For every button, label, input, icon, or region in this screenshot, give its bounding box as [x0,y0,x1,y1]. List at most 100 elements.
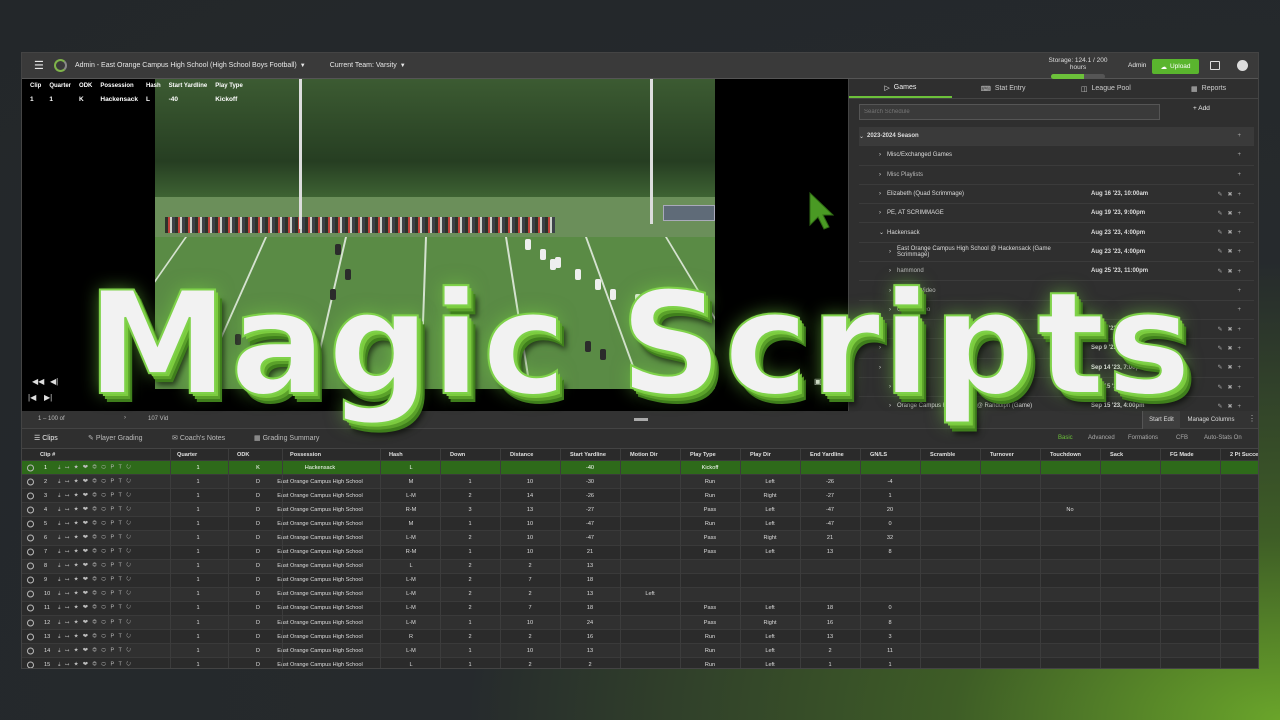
clip-action-icons[interactable]: ⤓ ↦ ★ ❤ ◎ ⬭ P T ↻ [58,619,132,626]
table-row[interactable]: ⤓ ↦ ★ ❤ ◎ ⬭ P T ↻ 14 1 D East Orange Campus … [22,644,1258,659]
schedule-row[interactable]: › Sep 2 '23, 1:00pm ✎✖+ [859,320,1254,340]
column-header[interactable]: 2 Pt Successful [1230,452,1258,458]
table-row[interactable]: ⤓ ↦ ★ ❤ ◎ ⬭ P T ↻ 12 1 D East Orange Campus … [22,616,1258,631]
row-actions-icon[interactable]: ✎✖+ [1217,210,1246,217]
team-selector[interactable]: Current Team: Varsity ▼ [330,62,406,69]
table-row[interactable]: ⤓ ↦ ★ ❤ ◎ ⬭ P T ↻ 15 1 D East Orange Campus … [22,658,1258,668]
step-back-icon[interactable]: ◀| [50,377,58,386]
row-actions-icon[interactable]: ✎✖+ [1217,326,1246,333]
chevron-down-icon[interactable]: ⌄ [879,229,884,236]
row-select-radio[interactable] [27,506,34,514]
row-select-radio[interactable] [27,647,34,655]
column-header[interactable]: Play Type [690,452,716,458]
tab-player-grading[interactable]: ✎ Player Grading [88,434,143,442]
clip-action-icons[interactable]: ⤓ ↦ ★ ❤ ◎ ⬭ P T ↻ [58,520,132,527]
chevron-right-icon[interactable]: › [879,326,881,332]
chevron-right-icon[interactable]: › [889,288,891,294]
tab-games[interactable]: ▷ Games [849,79,952,98]
row-actions-icon[interactable]: + [1237,172,1246,178]
clip-action-icons[interactable]: ⤓ ↦ ★ ❤ ◎ ⬭ P T ↻ [58,563,132,570]
row-actions-icon[interactable]: ✎✖+ [1217,248,1246,255]
table-row[interactable]: ⤓ ↦ ★ ❤ ◎ ⬭ P T ↻ 3 1 D East Orange Campus H… [22,489,1258,504]
schedule-search-input[interactable] [859,104,1160,120]
fullscreen-icon[interactable]: ⛶ [830,377,836,387]
view-advanced[interactable]: Advanced [1088,435,1115,441]
table-row[interactable]: ⤓ ↦ ★ ❤ ◎ ⬭ P T ↻ 8 1 D East Orange Campus H… [22,559,1258,574]
screen-icon[interactable]: ▣ [814,377,822,386]
tab-grading-summary[interactable]: ▦ Grading Summary [254,434,319,442]
chevron-right-icon[interactable]: › [889,403,891,409]
row-select-radio[interactable] [27,590,34,598]
tab-clips[interactable]: ☰ Clips [34,434,58,442]
clip-action-icons[interactable]: ⤓ ↦ ★ ❤ ◎ ⬭ P T ↻ [58,577,132,584]
table-row[interactable]: ⤓ ↦ ★ ❤ ◎ ⬭ P T ↻ 11 1 D East Orange Campus … [22,601,1258,617]
prev-clip-icon[interactable]: |◀ [28,393,36,402]
tab-coaches-notes[interactable]: ✉ Coach's Notes [172,434,225,442]
row-select-radio[interactable] [27,661,34,668]
clip-action-icons[interactable]: ⤓ ↦ ★ ❤ ◎ ⬭ P T ↻ [58,549,132,556]
column-header[interactable]: Touchdown [1050,452,1081,458]
table-row[interactable]: ⤓ ↦ ★ ❤ ◎ ⬭ P T ↻ 4 1 D East Orange Campus H… [22,503,1258,518]
schedule-row[interactable]: ⌄ 2023-2024 Season + [859,127,1254,147]
auto-stats-toggle[interactable]: Auto-Stats On [1204,435,1242,441]
clip-action-icons[interactable]: ⤓ ↦ ★ ❤ ◎ ⬭ P T ↻ [58,492,132,499]
schedule-row[interactable]: › PE, AT SCRIMMAGE Aug 19 '23, 9:00pm ✎✖+ [859,204,1254,224]
resize-handle[interactable] [634,418,648,421]
row-actions-icon[interactable]: + [1237,307,1246,313]
view-formations[interactable]: Formations [1128,435,1158,441]
table-row[interactable]: ⤓ ↦ ★ ❤ ◎ ⬭ P T ↻ 5 1 D East Orange Campus H… [22,517,1258,532]
row-actions-icon[interactable]: + [1237,288,1246,294]
chevron-right-icon[interactable]: › [879,191,881,197]
chevron-right-icon[interactable]: › [879,210,881,216]
column-header[interactable]: Motion Dir [630,452,658,458]
manage-columns-button[interactable]: Manage Columns [1180,411,1242,429]
clip-action-icons[interactable]: ⤓ ↦ ★ ❤ ◎ ⬭ P T ↻ [58,478,132,485]
column-header[interactable]: Sack [1110,452,1123,458]
chevron-right-icon[interactable]: › [124,415,126,421]
row-actions-icon[interactable]: ✎✖+ [1217,403,1246,410]
row-actions-icon[interactable]: ✎✖+ [1217,345,1246,352]
column-header[interactable]: Hash [389,452,403,458]
schedule-row[interactable]: › Sep 9 '23, 1:00pm ✎✖+ [859,339,1254,359]
table-row[interactable]: ⤓ ↦ ★ ❤ ◎ ⬭ P T ↻ 1 1 K Hackensack L -40 Kickof… [22,461,1258,476]
row-select-radio[interactable] [27,633,34,641]
column-header[interactable]: Clip # [40,452,55,458]
row-select-radio[interactable] [27,548,34,556]
column-header[interactable]: Turnover [990,452,1014,458]
clip-action-icons[interactable]: ⤓ ↦ ★ ❤ ◎ ⬭ P T ↻ [58,591,132,598]
start-edit-button[interactable]: Start Edit [1142,411,1180,429]
row-select-radio[interactable] [27,604,34,612]
schedule-row[interactable]: › East Orange Campus High School @ Hacken… [859,243,1254,263]
chevron-right-icon[interactable]: › [889,268,891,274]
table-row[interactable]: ⤓ ↦ ★ ❤ ◎ ⬭ P T ↻ 7 1 D East Orange Campus H… [22,545,1258,560]
chevron-right-icon[interactable]: › [879,172,881,178]
row-select-radio[interactable] [27,478,34,486]
table-row[interactable]: ⤓ ↦ ★ ❤ ◎ ⬭ P T ↻ 10 1 D East Orange Campus … [22,587,1258,602]
clip-action-icons[interactable]: ⤓ ↦ ★ ❤ ◎ ⬭ P T ↻ [58,647,132,654]
row-actions-icon[interactable]: ✎✖+ [1217,384,1246,391]
schedule-row[interactable]: › Practice Video + [859,281,1254,301]
row-actions-icon[interactable]: ✎✖+ [1217,268,1246,275]
row-select-radio[interactable] [27,562,34,570]
tab-reports[interactable]: ▦ Reports [1157,79,1258,98]
column-header[interactable]: Possession [290,452,321,458]
column-header[interactable]: Start Yardline [570,452,606,458]
tab-league-pool[interactable]: ◫ League Pool [1055,79,1158,98]
clip-action-icons[interactable]: ⤓ ↦ ★ ❤ ◎ ⬭ P T ↻ [58,535,132,542]
tab-stat-entry[interactable]: ⌨ Stat Entry [952,79,1055,98]
chevron-right-icon[interactable]: › [879,365,881,371]
row-select-radio[interactable] [27,492,34,500]
column-header[interactable]: End Yardline [810,452,844,458]
view-basic[interactable]: Basic [1058,435,1073,441]
messages-icon[interactable] [1210,61,1220,70]
row-actions-icon[interactable]: + [1237,133,1246,139]
schedule-row[interactable]: › Game Video + [859,301,1254,320]
row-select-radio[interactable] [27,534,34,542]
column-header[interactable]: ODK [237,452,249,458]
chevron-right-icon[interactable]: › [889,307,891,313]
row-actions-icon[interactable]: ✎✖+ [1217,191,1246,198]
clip-action-icons[interactable]: ⤓ ↦ ★ ❤ ◎ ⬭ P T ↻ [58,605,132,612]
column-header[interactable]: Play Dir [750,452,771,458]
row-actions-icon[interactable]: ✎✖+ [1217,364,1246,371]
account-icon[interactable] [1237,60,1248,71]
